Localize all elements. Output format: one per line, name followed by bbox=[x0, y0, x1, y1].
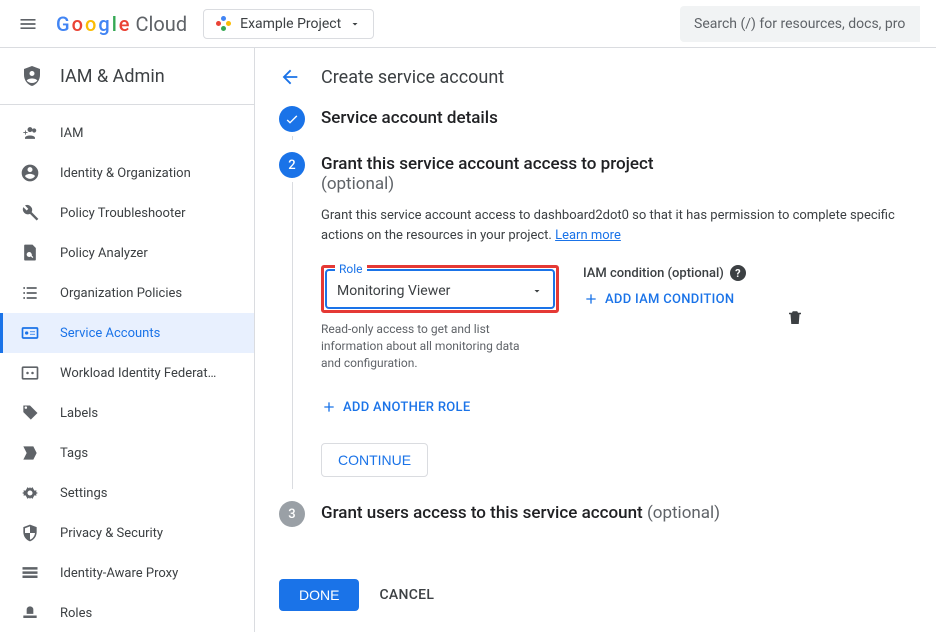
step-2-title: Grant this service account access to pro… bbox=[321, 154, 912, 194]
role-field-value: Monitoring Viewer bbox=[337, 283, 450, 299]
role-select[interactable]: Role Monitoring Viewer bbox=[325, 269, 555, 309]
caret-down-icon bbox=[349, 18, 361, 30]
content: Create service account Service account d… bbox=[255, 48, 936, 632]
sidebar-item-roles[interactable]: Roles bbox=[0, 593, 254, 633]
list-icon bbox=[20, 283, 40, 303]
main-area: IAM & Admin IAM Identity & Organization … bbox=[0, 48, 936, 632]
shield-person-icon bbox=[20, 64, 44, 88]
sidebar-item-identity[interactable]: Identity & Organization bbox=[0, 153, 254, 193]
sidebar-item-iap[interactable]: Identity-Aware Proxy bbox=[0, 553, 254, 593]
top-bar: GoogleCloud Example Project Search (/) f… bbox=[0, 0, 936, 48]
project-selector[interactable]: Example Project bbox=[203, 9, 374, 39]
step-1-badge bbox=[279, 106, 305, 132]
hat-icon bbox=[20, 603, 40, 623]
people-add-icon bbox=[20, 123, 40, 143]
step-3-title[interactable]: Grant users access to this service accou… bbox=[321, 503, 912, 523]
step-2-badge: 2 bbox=[279, 152, 305, 178]
sidebar-item-workload[interactable]: Workload Identity Federat… bbox=[0, 353, 254, 393]
role-field-label: Role bbox=[335, 262, 367, 276]
sidebar-item-serviceaccounts[interactable]: Service Accounts bbox=[0, 313, 254, 353]
step-3: 3 Grant users access to this service acc… bbox=[279, 501, 912, 539]
bottom-actions: DONE CANCEL bbox=[255, 571, 936, 619]
menu-button[interactable] bbox=[16, 12, 40, 36]
add-iam-condition-button[interactable]: ADD IAM CONDITION bbox=[583, 291, 746, 307]
section-header: IAM & Admin bbox=[0, 48, 254, 105]
service-account-icon bbox=[20, 323, 40, 343]
project-icon bbox=[216, 16, 232, 32]
trash-icon bbox=[786, 309, 804, 327]
section-title: IAM & Admin bbox=[60, 66, 165, 87]
step-2-description: Grant this service account access to das… bbox=[321, 206, 912, 245]
plus-icon bbox=[321, 399, 337, 415]
sidebar-item-labels[interactable]: Labels bbox=[0, 393, 254, 433]
step-1: Service account details bbox=[279, 106, 912, 144]
gear-icon bbox=[20, 483, 40, 503]
cancel-button[interactable]: CANCEL bbox=[379, 587, 434, 603]
nav-items: IAM Identity & Organization Policy Troub… bbox=[0, 105, 254, 633]
caret-down-icon bbox=[531, 285, 543, 297]
arrow-left-icon bbox=[279, 66, 301, 88]
done-button[interactable]: DONE bbox=[279, 579, 359, 611]
content-header: Create service account bbox=[255, 48, 936, 106]
tag-icon bbox=[20, 403, 40, 423]
step-3-badge: 3 bbox=[279, 501, 305, 527]
sidebar-item-privacy[interactable]: Privacy & Security bbox=[0, 513, 254, 553]
shield-icon bbox=[20, 523, 40, 543]
search-box[interactable]: Search (/) for resources, docs, pro bbox=[680, 6, 920, 42]
person-circle-icon bbox=[20, 163, 40, 183]
plus-icon bbox=[583, 291, 599, 307]
stepper: Service account details 2 Grant this ser… bbox=[255, 106, 936, 571]
check-icon bbox=[284, 111, 300, 127]
help-icon[interactable]: ? bbox=[730, 265, 746, 281]
wrench-icon bbox=[20, 203, 40, 223]
sidebar-item-settings[interactable]: Settings bbox=[0, 473, 254, 513]
add-another-role-row: ADD ANOTHER ROLE bbox=[321, 399, 912, 415]
document-search-icon bbox=[20, 243, 40, 263]
sidebar: IAM & Admin IAM Identity & Organization … bbox=[0, 48, 255, 632]
grid-icon bbox=[20, 563, 40, 583]
sidebar-item-tags[interactable]: Tags bbox=[0, 433, 254, 473]
hamburger-icon bbox=[18, 14, 38, 34]
role-row: Role Monitoring Viewer Read-only access … bbox=[321, 265, 912, 371]
back-button[interactable] bbox=[279, 66, 301, 88]
highlight-box: Role Monitoring Viewer bbox=[321, 265, 559, 313]
iam-condition-label: IAM condition (optional) ? bbox=[583, 265, 746, 281]
federation-icon bbox=[20, 363, 40, 383]
role-hint: Read-only access to get and list informa… bbox=[321, 321, 541, 371]
delete-role-button[interactable] bbox=[786, 309, 804, 327]
iam-condition-col: IAM condition (optional) ? ADD IAM CONDI… bbox=[583, 265, 746, 307]
project-name: Example Project bbox=[240, 16, 341, 32]
add-another-role-button[interactable]: ADD ANOTHER ROLE bbox=[321, 399, 912, 415]
step-1-title[interactable]: Service account details bbox=[321, 108, 912, 128]
sidebar-item-troubleshooter[interactable]: Policy Troubleshooter bbox=[0, 193, 254, 233]
sidebar-item-iam[interactable]: IAM bbox=[0, 113, 254, 153]
learn-more-link[interactable]: Learn more bbox=[555, 228, 621, 243]
google-cloud-logo[interactable]: GoogleCloud bbox=[56, 12, 187, 36]
page-title: Create service account bbox=[321, 67, 504, 88]
bookmark-icon bbox=[20, 443, 40, 463]
sidebar-item-analyzer[interactable]: Policy Analyzer bbox=[0, 233, 254, 273]
sidebar-item-orgpolicies[interactable]: Organization Policies bbox=[0, 273, 254, 313]
continue-button[interactable]: CONTINUE bbox=[321, 443, 428, 477]
step-2: 2 Grant this service account access to p… bbox=[279, 152, 912, 493]
